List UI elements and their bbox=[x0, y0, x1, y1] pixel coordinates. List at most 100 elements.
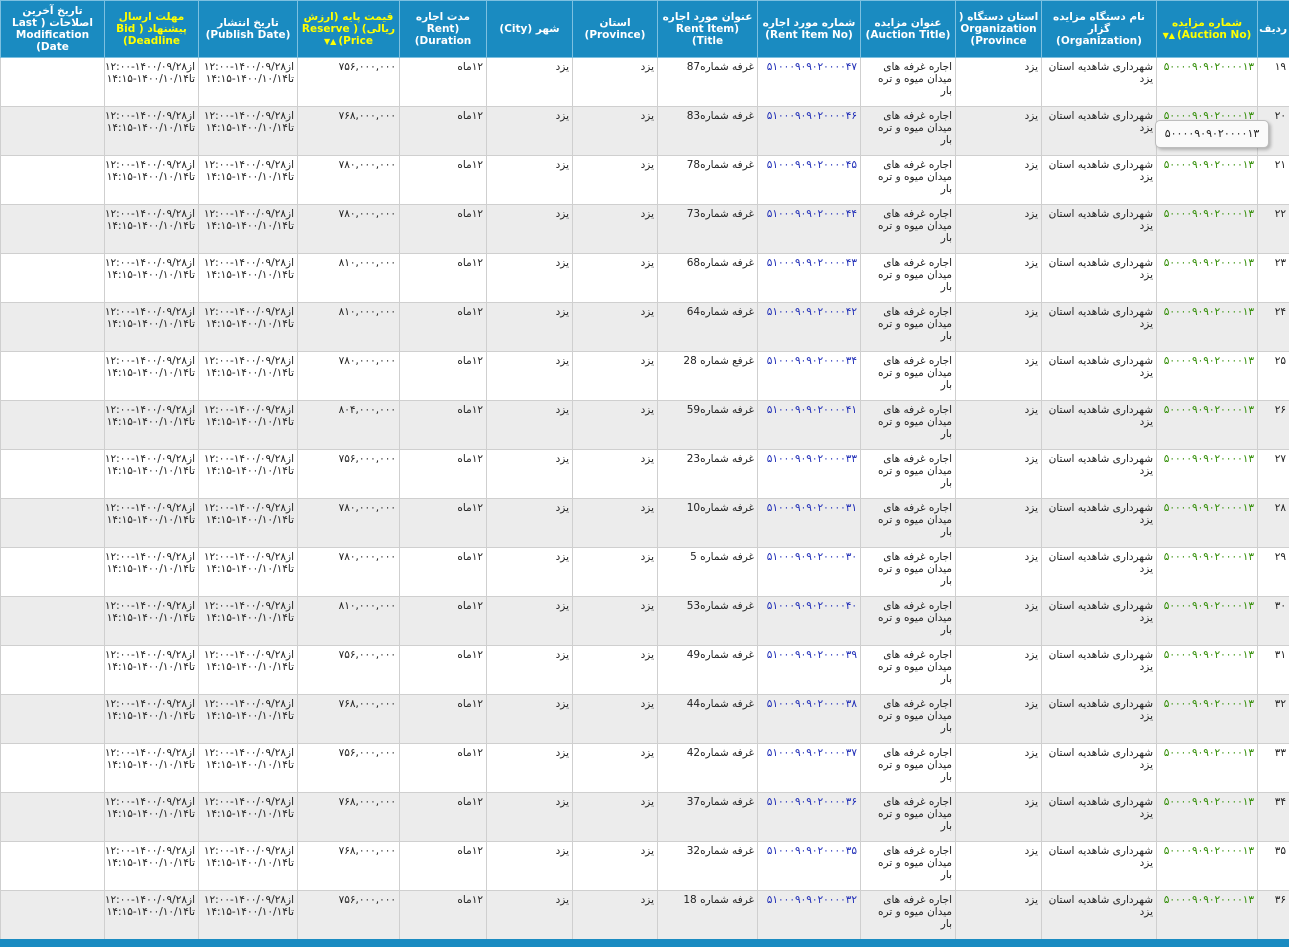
column-header-price[interactable]: قیمت پایه (ارزش ریالی) ( Reserve Price)▲… bbox=[297, 0, 400, 58]
cell-rent-item-no[interactable]: ۵۱۰۰۰۹۰۹۰۲۰۰۰۰۳۸ bbox=[757, 694, 861, 744]
cell-rent-item-no[interactable]: ۵۱۰۰۰۹۰۹۰۲۰۰۰۰۳۱ bbox=[757, 498, 861, 548]
table-row[interactable]: ۳۵ ۵۰۰۰۰۹۰۹۰۲۰۰۰۰۱۳ شهرداری شاهدیه استان ی… bbox=[0, 841, 1289, 891]
cell-org-province: یزد bbox=[955, 498, 1042, 548]
cell-auction-no[interactable]: ۵۰۰۰۰۹۰۹۰۲۰۰۰۰۱۳ bbox=[1156, 841, 1258, 891]
cell-rent-item-no[interactable]: ۵۱۰۰۰۹۰۹۰۲۰۰۰۰۴۴ bbox=[757, 204, 861, 254]
cell-rent-item-no[interactable]: ۵۱۰۰۰۹۰۹۰۲۰۰۰۰۴۵ bbox=[757, 155, 861, 205]
cell-org-province: یزد bbox=[955, 547, 1042, 597]
cell-row: ۳۰ bbox=[1257, 596, 1289, 646]
cell-org-province: یزد bbox=[955, 449, 1042, 499]
table-row[interactable]: ۳۴ ۵۰۰۰۰۹۰۹۰۲۰۰۰۰۱۳ شهرداری شاهدیه استان ی… bbox=[0, 792, 1289, 842]
cell-duration: ۱۲ماه bbox=[399, 155, 487, 205]
table-row[interactable]: ۳۶ ۵۰۰۰۰۹۰۹۰۲۰۰۰۰۱۳ شهرداری شاهدیه استان ی… bbox=[0, 890, 1289, 940]
cell-modified bbox=[0, 645, 105, 695]
table-row[interactable]: ۳۰ ۵۰۰۰۰۹۰۹۰۲۰۰۰۰۱۳ شهرداری شاهدیه استان ی… bbox=[0, 596, 1289, 646]
column-header-modified[interactable]: تاریخ آخرین اصلاحات ( Last Modification … bbox=[0, 0, 105, 58]
sort-icon[interactable]: ▲▼ bbox=[324, 36, 336, 48]
cell-publish: از۱۴۰۰/۰۹/۲۸-۱۲:۰۰ تا۱۴۰۰/۱۰/۱۴-۱۴:۱۵ bbox=[198, 596, 298, 646]
table-row[interactable]: ۲۴ ۵۰۰۰۰۹۰۹۰۲۰۰۰۰۱۳ شهرداری شاهدیه استان ی… bbox=[0, 302, 1289, 352]
cell-auction-no[interactable]: ۵۰۰۰۰۹۰۹۰۲۰۰۰۰۱۳ bbox=[1156, 743, 1258, 793]
table-row[interactable]: ۲۷ ۵۰۰۰۰۹۰۹۰۲۰۰۰۰۱۳ شهرداری شاهدیه استان ی… bbox=[0, 449, 1289, 499]
cell-city: یزد bbox=[486, 596, 573, 646]
cell-auction-no[interactable]: ۵۰۰۰۰۹۰۹۰۲۰۰۰۰۱۳ bbox=[1156, 57, 1258, 107]
cell-modified bbox=[0, 596, 105, 646]
cell-auction-no[interactable]: ۵۰۰۰۰۹۰۹۰۲۰۰۰۰۱۳ bbox=[1156, 449, 1258, 499]
cell-province: یزد bbox=[572, 792, 658, 842]
cell-rent-item-no[interactable]: ۵۱۰۰۰۹۰۹۰۲۰۰۰۰۳۷ bbox=[757, 743, 861, 793]
cell-rent-item-no[interactable]: ۵۱۰۰۰۹۰۹۰۲۰۰۰۰۴۲ bbox=[757, 302, 861, 352]
cell-rent-item-title: غرفه شماره87 bbox=[657, 57, 758, 107]
column-header-deadline[interactable]: مهلت ارسال پیشنهاد ( Bid Deadline) bbox=[104, 0, 199, 58]
cell-modified bbox=[0, 498, 105, 548]
column-header-city[interactable]: شهر (City) bbox=[486, 0, 573, 58]
cell-rent-item-no[interactable]: ۵۱۰۰۰۹۰۹۰۲۰۰۰۰۳۴ bbox=[757, 351, 861, 401]
cell-rent-item-no[interactable]: ۵۱۰۰۰۹۰۹۰۲۰۰۰۰۴۰ bbox=[757, 596, 861, 646]
table-row[interactable]: ۲۱ ۵۰۰۰۰۹۰۹۰۲۰۰۰۰۱۳ شهرداری شاهدیه استان ی… bbox=[0, 155, 1289, 205]
cell-price: ۷۵۶,۰۰۰,۰۰۰ bbox=[297, 57, 400, 107]
cell-rent-item-no[interactable]: ۵۱۰۰۰۹۰۹۰۲۰۰۰۰۳۳ bbox=[757, 449, 861, 499]
cell-rent-item-no[interactable]: ۵۱۰۰۰۹۰۹۰۲۰۰۰۰۳۹ bbox=[757, 645, 861, 695]
cell-auction-title: اجاره غرفه های میدان میوه و تره بار bbox=[860, 57, 956, 107]
cell-province: یزد bbox=[572, 547, 658, 597]
cell-auction-no[interactable]: ۵۰۰۰۰۹۰۹۰۲۰۰۰۰۱۳ bbox=[1156, 547, 1258, 597]
cell-org-province: یزد bbox=[955, 596, 1042, 646]
column-header-province[interactable]: استان (Province) bbox=[572, 0, 658, 58]
cell-price: ۷۵۶,۰۰۰,۰۰۰ bbox=[297, 449, 400, 499]
table-row[interactable]: ۳۲ ۵۰۰۰۰۹۰۹۰۲۰۰۰۰۱۳ شهرداری شاهدیه استان ی… bbox=[0, 694, 1289, 744]
cell-city: یزد bbox=[486, 400, 573, 450]
cell-rent-item-no[interactable]: ۵۱۰۰۰۹۰۹۰۲۰۰۰۰۴۱ bbox=[757, 400, 861, 450]
cell-duration: ۱۲ماه bbox=[399, 204, 487, 254]
cell-organization: شهرداری شاهدیه استان یزد bbox=[1041, 645, 1157, 695]
cell-org-province: یزد bbox=[955, 792, 1042, 842]
table-row[interactable]: ۲۵ ۵۰۰۰۰۹۰۹۰۲۰۰۰۰۱۳ شهرداری شاهدیه استان ی… bbox=[0, 351, 1289, 401]
column-header-row[interactable]: ردیف bbox=[1257, 0, 1289, 58]
table-row[interactable]: ۲۳ ۵۰۰۰۰۹۰۹۰۲۰۰۰۰۱۳ شهرداری شاهدیه استان ی… bbox=[0, 253, 1289, 303]
table-row[interactable]: ۲۹ ۵۰۰۰۰۹۰۹۰۲۰۰۰۰۱۳ شهرداری شاهدیه استان ی… bbox=[0, 547, 1289, 597]
cell-auction-no[interactable]: ۵۰۰۰۰۹۰۹۰۲۰۰۰۰۱۳ bbox=[1156, 596, 1258, 646]
cell-rent-item-no[interactable]: ۵۱۰۰۰۹۰۹۰۲۰۰۰۰۳۲ bbox=[757, 890, 861, 940]
column-header-rent-item-title[interactable]: عنوان مورد اجاره (Rent Item Title) bbox=[657, 0, 758, 58]
cell-auction-no[interactable]: ۵۰۰۰۰۹۰۹۰۲۰۰۰۰۱۳ bbox=[1156, 253, 1258, 303]
cell-city: یزد bbox=[486, 498, 573, 548]
cell-modified bbox=[0, 351, 105, 401]
cell-city: یزد bbox=[486, 449, 573, 499]
cell-rent-item-no[interactable]: ۵۱۰۰۰۹۰۹۰۲۰۰۰۰۳۶ bbox=[757, 792, 861, 842]
cell-auction-no[interactable]: ۵۰۰۰۰۹۰۹۰۲۰۰۰۰۱۳ bbox=[1156, 694, 1258, 744]
cell-auction-no[interactable]: ۵۰۰۰۰۹۰۹۰۲۰۰۰۰۱۳ bbox=[1156, 792, 1258, 842]
auction-no-tooltip: ۵۰۰۰۰۹۰۹۰۲۰۰۰۰۱۳ bbox=[1155, 120, 1269, 148]
cell-rent-item-no[interactable]: ۵۱۰۰۰۹۰۹۰۲۰۰۰۰۴۳ bbox=[757, 253, 861, 303]
column-header-organization[interactable]: نام دستگاه مزایده گزار (Organization) bbox=[1041, 0, 1157, 58]
column-header-auction-no[interactable]: شماره مزایده (Auction No)▲▼ bbox=[1156, 0, 1258, 58]
sort-icon[interactable]: ▲▼ bbox=[1163, 30, 1175, 42]
cell-auction-no[interactable]: ۵۰۰۰۰۹۰۹۰۲۰۰۰۰۱۳ bbox=[1156, 645, 1258, 695]
cell-deadline: از۱۴۰۰/۰۹/۲۸-۱۲:۰۰ تا۱۴۰۰/۱۰/۱۴-۱۴:۱۵ bbox=[104, 547, 199, 597]
cell-auction-no[interactable]: ۵۰۰۰۰۹۰۹۰۲۰۰۰۰۱۳ bbox=[1156, 400, 1258, 450]
cell-duration: ۱۲ماه bbox=[399, 890, 487, 940]
cell-rent-item-no[interactable]: ۵۱۰۰۰۹۰۹۰۲۰۰۰۰۳۵ bbox=[757, 841, 861, 891]
cell-rent-item-no[interactable]: ۵۱۰۰۰۹۰۹۰۲۰۰۰۰۴۶ bbox=[757, 106, 861, 156]
cell-auction-no[interactable]: ۵۰۰۰۰۹۰۹۰۲۰۰۰۰۱۳ bbox=[1156, 890, 1258, 940]
cell-auction-no[interactable]: ۵۰۰۰۰۹۰۹۰۲۰۰۰۰۱۳ bbox=[1156, 204, 1258, 254]
cell-auction-no[interactable]: ۵۰۰۰۰۹۰۹۰۲۰۰۰۰۱۳ bbox=[1156, 498, 1258, 548]
table-row[interactable]: ۳۱ ۵۰۰۰۰۹۰۹۰۲۰۰۰۰۱۳ شهرداری شاهدیه استان ی… bbox=[0, 645, 1289, 695]
cell-city: یزد bbox=[486, 890, 573, 940]
table-row[interactable]: ۱۹ ۵۰۰۰۰۹۰۹۰۲۰۰۰۰۱۳ شهرداری شاهدیه استان ی… bbox=[0, 57, 1289, 107]
column-header-duration[interactable]: مدت اجاره (Rent Duration) bbox=[399, 0, 487, 58]
table-row[interactable]: ۲۶ ۵۰۰۰۰۹۰۹۰۲۰۰۰۰۱۳ شهرداری شاهدیه استان ی… bbox=[0, 400, 1289, 450]
cell-rent-item-no[interactable]: ۵۱۰۰۰۹۰۹۰۲۰۰۰۰۳۰ bbox=[757, 547, 861, 597]
cell-modified bbox=[0, 204, 105, 254]
table-row[interactable]: ۲۸ ۵۰۰۰۰۹۰۹۰۲۰۰۰۰۱۳ شهرداری شاهدیه استان ی… bbox=[0, 498, 1289, 548]
cell-rent-item-title: غرفه شماره83 bbox=[657, 106, 758, 156]
table-row[interactable]: ۲۲ ۵۰۰۰۰۹۰۹۰۲۰۰۰۰۱۳ شهرداری شاهدیه استان ی… bbox=[0, 204, 1289, 254]
cell-city: یزد bbox=[486, 57, 573, 107]
table-row[interactable]: ۲۰ ۵۰۰۰۰۹۰۹۰۲۰۰۰۰۱۳ شهرداری شاهدیه استان ی… bbox=[0, 106, 1289, 156]
cell-rent-item-no[interactable]: ۵۱۰۰۰۹۰۹۰۲۰۰۰۰۴۷ bbox=[757, 57, 861, 107]
table-row[interactable]: ۳۳ ۵۰۰۰۰۹۰۹۰۲۰۰۰۰۱۳ شهرداری شاهدیه استان ی… bbox=[0, 743, 1289, 793]
column-header-auction-title[interactable]: عنوان مزایده (Auction Title) bbox=[860, 0, 956, 58]
cell-auction-no[interactable]: ۵۰۰۰۰۹۰۹۰۲۰۰۰۰۱۳ bbox=[1156, 351, 1258, 401]
column-header-publish[interactable]: تاریخ انتشار (Publish Date) bbox=[198, 0, 298, 58]
column-header-rent-item-no[interactable]: شماره مورد اجاره (Rent Item No) bbox=[757, 0, 861, 58]
cell-auction-no[interactable]: ۵۰۰۰۰۹۰۹۰۲۰۰۰۰۱۳ bbox=[1156, 155, 1258, 205]
cell-auction-no[interactable]: ۵۰۰۰۰۹۰۹۰۲۰۰۰۰۱۳ bbox=[1156, 302, 1258, 352]
column-header-org-province[interactable]: استان دستگاه ( Organization Province) bbox=[955, 0, 1042, 58]
